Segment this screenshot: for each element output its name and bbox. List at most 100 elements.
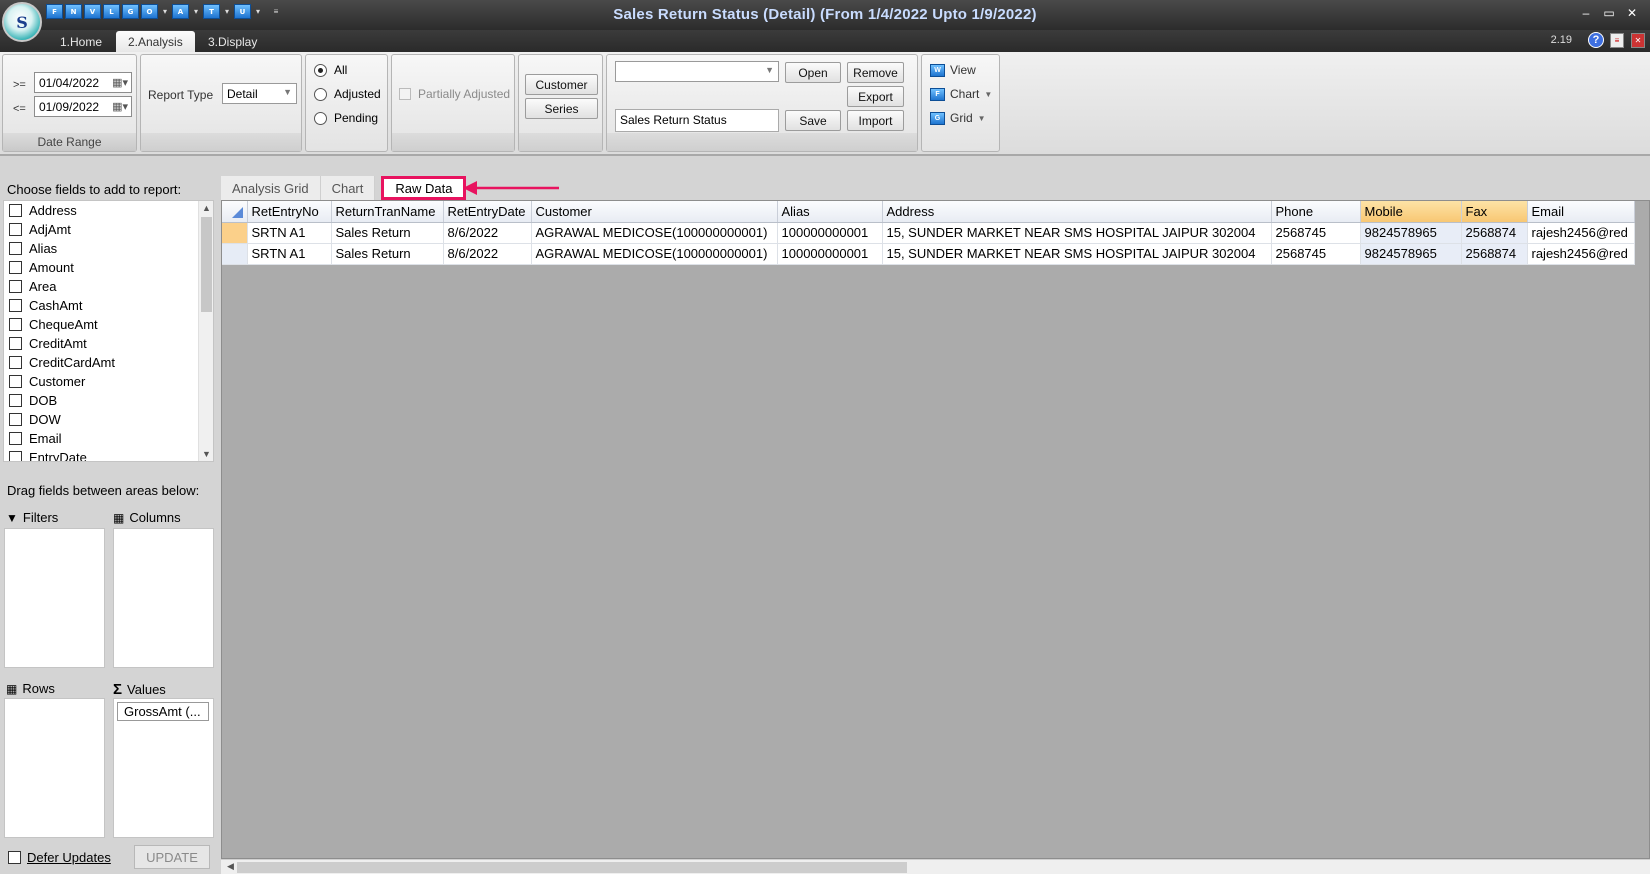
value-field-chip[interactable]: GrossAmt (... [117, 702, 209, 721]
close-icon[interactable]: ✕ [1624, 6, 1640, 20]
table-cell[interactable]: Sales Return [331, 243, 444, 265]
field-item[interactable]: Email [4, 429, 213, 448]
remove-button[interactable]: Remove [847, 62, 904, 83]
field-item[interactable]: ChequeAmt [4, 315, 213, 334]
grid-horizontal-scrollbar[interactable]: ◀ [221, 859, 1650, 874]
open-button[interactable]: Open [785, 62, 841, 83]
column-header[interactable]: Phone [1271, 201, 1361, 223]
table-cell[interactable]: 2568745 [1271, 243, 1361, 265]
series-button[interactable]: Series [525, 98, 598, 119]
filters-drop-zone[interactable] [4, 528, 105, 668]
tab-analysis[interactable]: 2.Analysis [116, 31, 195, 52]
field-list[interactable]: Address AdjAmt Alias Amount Area CashAmt Chequ… [3, 200, 214, 462]
column-header[interactable]: ReturnTranName [331, 201, 444, 223]
table-cell[interactable]: AGRAWAL MEDICOSE(100000000001) [531, 222, 778, 244]
table-cell[interactable]: 8/6/2022 [443, 243, 532, 265]
table-cell[interactable]: AGRAWAL MEDICOSE(100000000001) [531, 243, 778, 265]
checkbox[interactable] [9, 204, 22, 217]
checkbox[interactable] [9, 394, 22, 407]
save-button[interactable]: Save [785, 110, 841, 131]
radio-button[interactable] [314, 63, 327, 77]
notes-icon[interactable]: ≡ [1610, 33, 1624, 48]
partially-adjusted-checkbox[interactable]: Partially Adjusted [399, 87, 510, 101]
layout-select[interactable]: ▼ [615, 61, 779, 82]
field-item[interactable]: EntryDate [4, 448, 213, 461]
checkbox[interactable] [9, 432, 22, 445]
field-item[interactable]: CreditCardAmt [4, 353, 213, 372]
radio-button[interactable] [314, 87, 327, 101]
column-header[interactable]: RetEntryNo [247, 201, 332, 223]
table-cell[interactable]: 15, SUNDER MARKET NEAR SMS HOSPITAL JAIP… [882, 222, 1272, 244]
checkbox[interactable] [9, 261, 22, 274]
table-cell[interactable]: rajesh2456@red [1527, 222, 1635, 244]
row-header[interactable] [222, 222, 248, 244]
table-cell[interactable]: 15, SUNDER MARKET NEAR SMS HOSPITAL JAIP… [882, 243, 1272, 265]
checkbox[interactable] [9, 299, 22, 312]
field-list-scrollbar[interactable]: ▲ ▼ [198, 201, 213, 461]
tab-home[interactable]: 1.Home [48, 31, 114, 52]
table-cell[interactable]: 2568874 [1461, 243, 1528, 265]
checkbox[interactable] [9, 223, 22, 236]
row-header[interactable] [222, 243, 248, 265]
radio-button[interactable] [314, 111, 327, 125]
checkbox[interactable] [9, 413, 22, 426]
scroll-thumb[interactable] [237, 862, 907, 873]
from-date-picker[interactable]: 01/04/2022 ▦▾ [34, 72, 132, 93]
table-cell[interactable]: SRTN A1 [247, 222, 332, 244]
table-cell[interactable]: 2568745 [1271, 222, 1361, 244]
scroll-left-icon[interactable]: ◀ [223, 861, 238, 872]
column-header[interactable]: Customer [531, 201, 778, 223]
calendar-icon[interactable]: ▦▾ [112, 100, 128, 113]
field-item[interactable]: Customer [4, 372, 213, 391]
radio-adjusted[interactable]: Adjusted [314, 87, 381, 101]
defer-updates-checkbox[interactable]: Defer Updates [8, 850, 111, 865]
chevron-down-icon[interactable]: ▼ [984, 90, 992, 99]
update-button[interactable]: UPDATE [134, 845, 210, 869]
help-icon[interactable]: ? [1588, 32, 1604, 48]
field-item[interactable]: AdjAmt [4, 220, 213, 239]
layout-name-input[interactable]: Sales Return Status [615, 109, 779, 132]
export-button[interactable]: Export [847, 86, 904, 107]
radio-all[interactable]: All [314, 63, 347, 77]
checkbox[interactable] [9, 242, 22, 255]
table-cell[interactable]: Sales Return [331, 222, 444, 244]
tab-chart[interactable]: Chart [320, 176, 376, 200]
radio-pending[interactable]: Pending [314, 111, 378, 125]
field-item[interactable]: DOB [4, 391, 213, 410]
table-cell[interactable]: 100000000001 [777, 222, 883, 244]
table-cell[interactable]: 9824578965 [1360, 222, 1462, 244]
table-cell[interactable]: SRTN A1 [247, 243, 332, 265]
field-item[interactable]: Area [4, 277, 213, 296]
import-button[interactable]: Import [847, 110, 904, 131]
field-item[interactable]: Amount [4, 258, 213, 277]
checkbox[interactable] [399, 88, 411, 100]
field-item[interactable]: CreditAmt [4, 334, 213, 353]
column-header[interactable]: Address [882, 201, 1272, 223]
restore-icon[interactable]: ▭ [1601, 6, 1617, 20]
chart-button[interactable]: F Chart ▼ [930, 87, 992, 101]
table-cell[interactable]: 100000000001 [777, 243, 883, 265]
field-item[interactable]: DOW [4, 410, 213, 429]
table-row[interactable]: SRTN A1 Sales Return 8/6/2022 AGRAWAL MEDIC… [222, 243, 1635, 265]
table-cell[interactable]: 2568874 [1461, 222, 1528, 244]
rows-drop-zone[interactable] [4, 698, 105, 838]
view-button[interactable]: W View [930, 63, 976, 77]
columns-drop-zone[interactable] [113, 528, 214, 668]
column-header[interactable]: Alias [777, 201, 883, 223]
table-cell[interactable]: 9824578965 [1360, 243, 1462, 265]
tab-display[interactable]: 3.Display [196, 31, 269, 52]
app-logo[interactable]: S [2, 2, 42, 42]
field-item[interactable]: Alias [4, 239, 213, 258]
grid-button[interactable]: G Grid ▼ [930, 111, 986, 125]
checkbox[interactable] [9, 356, 22, 369]
field-item[interactable]: CashAmt [4, 296, 213, 315]
values-drop-zone[interactable]: GrossAmt (... [113, 698, 214, 838]
checkbox[interactable] [9, 375, 22, 388]
checkbox[interactable] [9, 451, 22, 461]
chevron-down-icon[interactable]: ▼ [978, 114, 986, 123]
select-all-corner[interactable] [222, 201, 248, 223]
minimize-icon[interactable]: – [1578, 6, 1594, 20]
table-cell[interactable]: rajesh2456@red [1527, 243, 1635, 265]
column-header[interactable]: Fax [1461, 201, 1528, 223]
report-type-select[interactable]: Detail ▼ [222, 83, 297, 104]
